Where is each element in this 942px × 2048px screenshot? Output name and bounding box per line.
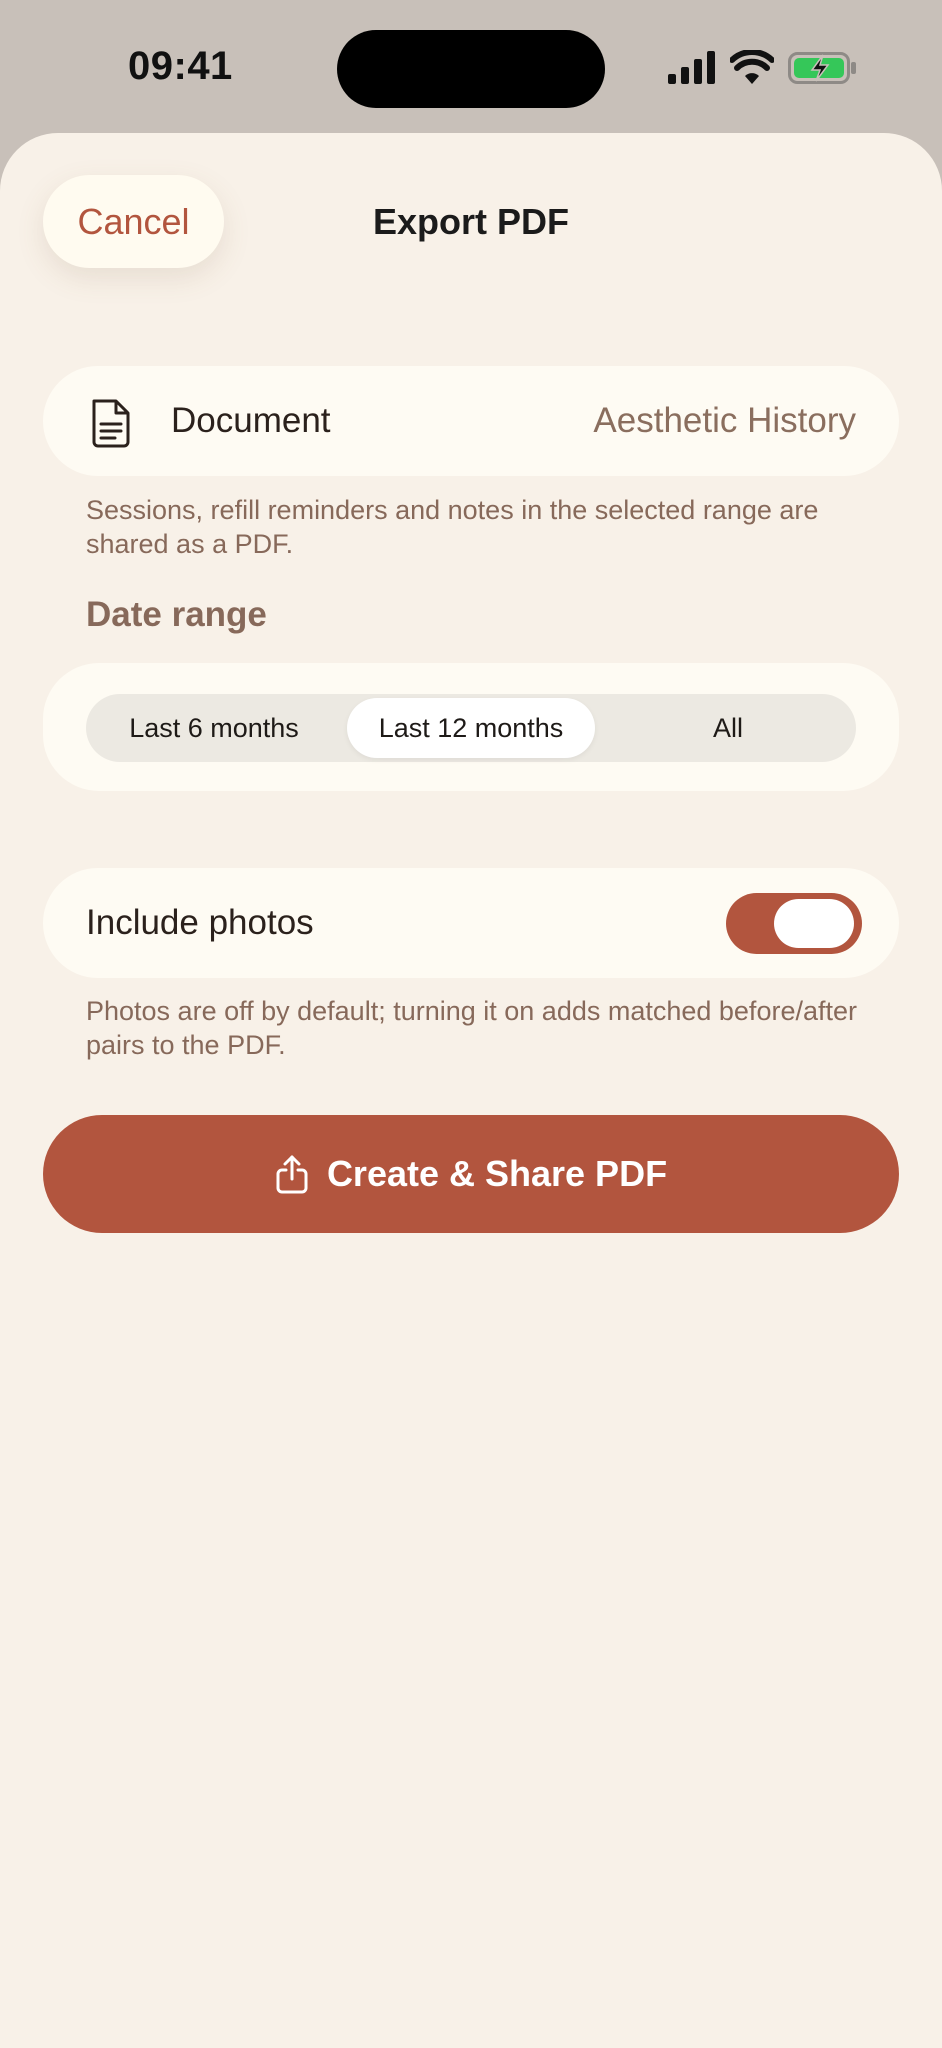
date-range-card: Last 6 months Last 12 months All [43,663,899,791]
document-label: Document [171,401,331,440]
cellular-signal-icon [668,51,715,84]
document-row: Document Aesthetic History [43,366,899,476]
date-range-label: Date range [86,595,267,634]
share-icon [276,1155,308,1194]
segment-last-6-months[interactable]: Last 6 months [90,698,338,758]
status-time: 09:41 [128,44,233,88]
create-share-pdf-button[interactable]: Create & Share PDF [43,1115,899,1233]
segment-last-12-months[interactable]: Last 12 months [347,698,595,758]
include-photos-toggle[interactable] [726,893,862,954]
include-photos-label: Include photos [86,903,314,942]
battery-charging-icon [788,52,856,84]
document-icon [92,399,130,448]
sheet-title: Export PDF [372,201,569,242]
document-value: Aesthetic History [593,401,856,440]
wifi-icon [730,50,774,84]
toggle-knob [774,899,854,948]
export-pdf-sheet: Cancel Export PDF Document Aesthetic His… [0,133,942,2048]
dynamic-island [337,30,605,108]
status-bar: 09:41 [0,0,942,133]
create-share-pdf-label: Create & Share PDF [326,1153,668,1194]
date-range-segmented-control: Last 6 months Last 12 months All [86,694,856,762]
document-footnote: Sessions, refill reminders and notes in … [86,495,819,559]
segment-all[interactable]: All [604,698,852,758]
photos-footnote: Photos are off by default; turning it on… [86,996,857,1060]
include-photos-row: Include photos [43,868,899,978]
